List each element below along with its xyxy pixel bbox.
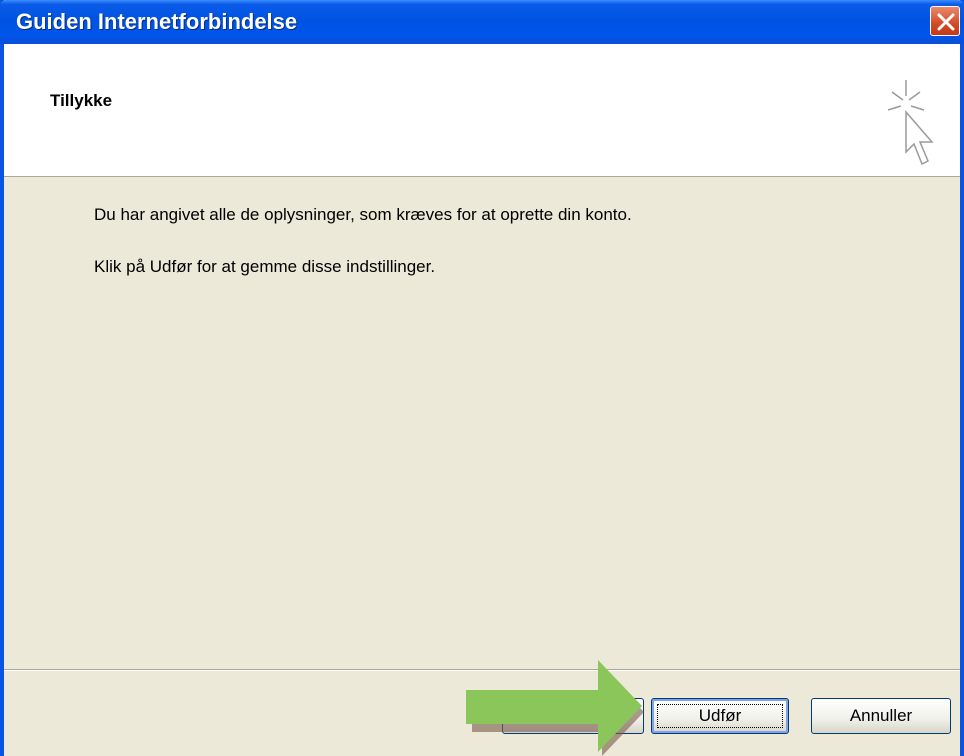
page-title: Tillykke	[50, 91, 113, 110]
wizard-header: Tillykke	[4, 44, 960, 177]
close-button[interactable]	[930, 6, 960, 36]
window-title: Guiden Internetforbindelse	[16, 9, 298, 34]
info-text-line2: Klik på Udfør for at gemme disse indstil…	[94, 257, 436, 276]
close-icon	[937, 13, 955, 31]
cancel-button-label: Annuller	[849, 706, 913, 725]
title-bar[interactable]: Guiden Internetforbindelse	[0, 0, 964, 44]
info-text-line1: Du har angivet alle de oplysninger, som …	[94, 205, 632, 224]
focus-rectangle	[657, 704, 783, 728]
cancel-button[interactable]: Annuller	[811, 698, 951, 734]
green-arrow-icon	[466, 660, 644, 756]
wizard-window: Guiden Internetforbindelse Tillykke Du h…	[0, 0, 964, 756]
finish-button[interactable]: Udfør	[651, 698, 789, 734]
wizard-cursor-icon	[887, 80, 934, 166]
